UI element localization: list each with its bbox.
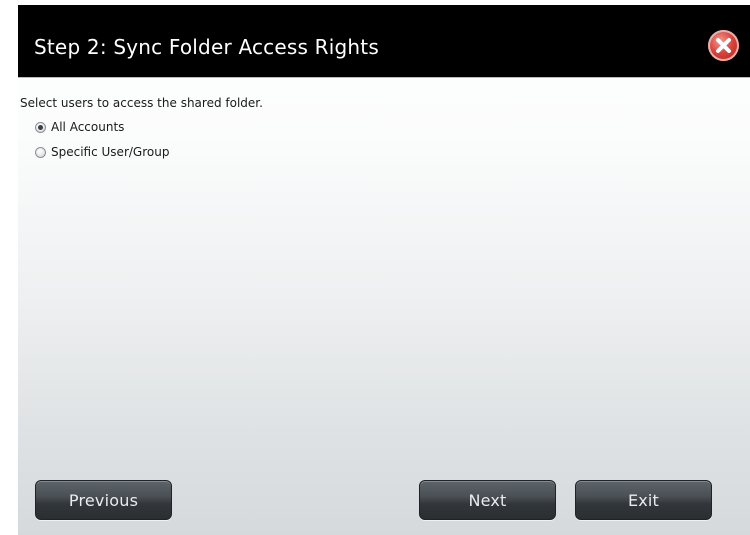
exit-button[interactable]: Exit xyxy=(575,480,712,520)
next-button-label: Next xyxy=(468,490,507,510)
next-button[interactable]: Next xyxy=(419,480,556,520)
specific-user-group-radio[interactable] xyxy=(35,146,46,158)
all-accounts-radio[interactable] xyxy=(35,121,46,133)
instruction-text: Select users to access the shared folder… xyxy=(20,96,263,110)
previous-button[interactable]: Previous xyxy=(35,480,172,520)
exit-button-label: Exit xyxy=(627,490,660,510)
previous-button-label: Previous xyxy=(68,490,139,510)
all-accounts-label: All Accounts xyxy=(51,120,125,134)
option-all-accounts[interactable]: All Accounts xyxy=(35,118,124,136)
sync-folder-dialog: Step 2: Sync Folder Access Rights Select… xyxy=(18,5,750,535)
dialog-title: Step 2: Sync Folder Access Rights xyxy=(34,35,379,59)
specific-user-group-label: Specific User/Group xyxy=(51,145,170,159)
dialog-titlebar: Step 2: Sync Folder Access Rights xyxy=(18,5,750,78)
option-specific-user-group[interactable]: Specific User/Group xyxy=(35,143,169,161)
close-icon[interactable] xyxy=(708,30,739,61)
